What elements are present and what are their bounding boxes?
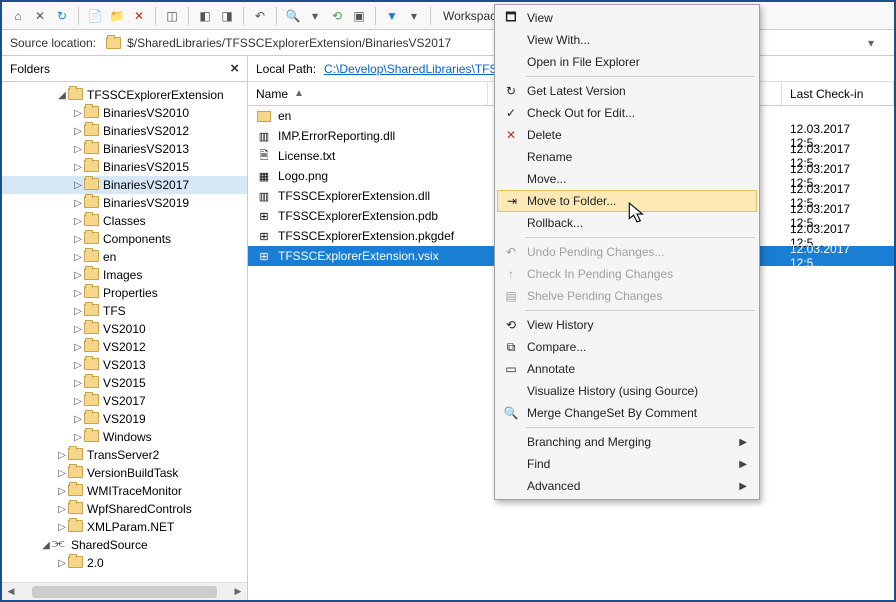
tree-item[interactable]: ▷VersionBuildTask xyxy=(2,464,247,482)
tree-item[interactable]: ▷Components xyxy=(2,230,247,248)
dropdown-icon[interactable]: ▾ xyxy=(305,6,325,26)
tree-item[interactable]: ▷VS2013 xyxy=(2,356,247,374)
sort-asc-icon: ▲ xyxy=(294,88,304,99)
menu-item[interactable]: Rollback... xyxy=(497,212,757,234)
menu-item[interactable]: View With... xyxy=(497,29,757,51)
menu-item[interactable]: ⇥Move to Folder... xyxy=(497,190,757,212)
b-icon[interactable]: ◨ xyxy=(217,6,237,26)
tree-item[interactable]: ▷WMITraceMonitor xyxy=(2,482,247,500)
compare-icon[interactable]: ◫ xyxy=(162,6,182,26)
menu-item: ▤Shelve Pending Changes xyxy=(497,285,757,307)
tree-item[interactable]: ▷2.0 xyxy=(2,554,247,572)
tree-item[interactable]: ▷BinariesVS2017 xyxy=(2,176,247,194)
menu-item[interactable]: ↻Get Latest Version xyxy=(497,80,757,102)
menu-item[interactable]: Open in File Explorer xyxy=(497,51,757,73)
tree-item[interactable]: ▷BinariesVS2012 xyxy=(2,122,247,140)
menu-item[interactable]: 🔍Merge ChangeSet By Comment xyxy=(497,402,757,424)
tree-item[interactable]: ▷BinariesVS2015 xyxy=(2,158,247,176)
tree-item[interactable]: ▷Properties xyxy=(2,284,247,302)
menu-item[interactable]: ▭Annotate xyxy=(497,358,757,380)
local-path-link[interactable]: C:\Develop\SharedLibraries\TFS xyxy=(324,62,497,76)
local-path-label: Local Path: xyxy=(256,62,316,76)
main-toolbar: ⌂ ✕ ↻ 📄 📁 ✕ ◫ ◧ ◨ ↶ 🔍 ▾ ⟲ ▣ ▼ ▾ Workspac… xyxy=(2,2,894,30)
tree-item[interactable]: ◢SharedSource xyxy=(2,536,247,554)
tree-item[interactable]: ▷BinariesVS2019 xyxy=(2,194,247,212)
tree-item[interactable]: ▷WpfSharedControls xyxy=(2,500,247,518)
tree-item[interactable]: ▷VS2019 xyxy=(2,410,247,428)
refresh-icon[interactable]: ↻ xyxy=(52,6,72,26)
tree-item[interactable]: ◢TFSSCExplorerExtension xyxy=(2,86,247,104)
tree-item[interactable]: ▷VS2017 xyxy=(2,392,247,410)
column-name[interactable]: Name▲ xyxy=(248,82,488,105)
tree-item[interactable]: ▷BinariesVS2013 xyxy=(2,140,247,158)
tree-item[interactable]: ▷BinariesVS2010 xyxy=(2,104,247,122)
menu-item[interactable]: Branching and Merging▶ xyxy=(497,431,757,453)
filter-icon[interactable]: ▼ xyxy=(382,6,402,26)
menu-item: ↑Check In Pending Changes xyxy=(497,263,757,285)
folder-icon xyxy=(106,37,121,49)
source-location-path[interactable]: $/SharedLibraries/TFSSCExplorerExtension… xyxy=(106,36,451,50)
menu-item[interactable]: ✓Check Out for Edit... xyxy=(497,102,757,124)
tree-item[interactable]: ▷Classes xyxy=(2,212,247,230)
tree-item[interactable]: ▷Images xyxy=(2,266,247,284)
source-location-label: Source location: xyxy=(10,36,96,50)
folder-add-icon[interactable]: 📁 xyxy=(107,6,127,26)
menu-item[interactable]: Advanced▶ xyxy=(497,475,757,497)
context-menu[interactable]: 🗖ViewView With...Open in File Explorer ↻G… xyxy=(494,4,760,500)
close-icon[interactable]: × xyxy=(230,60,239,77)
undo-icon[interactable]: ↶ xyxy=(250,6,270,26)
dd2-icon[interactable]: ▾ xyxy=(404,6,424,26)
column-last-checkin[interactable]: Last Check-in xyxy=(782,82,894,105)
menu-item[interactable]: ⧉Compare... xyxy=(497,336,757,358)
delete-icon[interactable]: ✕ xyxy=(129,6,149,26)
menu-item[interactable]: ✕Delete xyxy=(497,124,757,146)
window-icon[interactable]: ▣ xyxy=(349,6,369,26)
tools-icon[interactable]: ✕ xyxy=(30,6,50,26)
menu-item[interactable]: Move... xyxy=(497,168,757,190)
folders-title: Folders xyxy=(10,62,50,76)
horizontal-scrollbar[interactable]: ◀▶ xyxy=(2,582,247,600)
add-icon[interactable]: 📄 xyxy=(85,6,105,26)
tree-item[interactable]: ▷VS2012 xyxy=(2,338,247,356)
tree-item[interactable]: ▷TransServer2 xyxy=(2,446,247,464)
tree-item[interactable]: ▷en xyxy=(2,248,247,266)
search-icon[interactable]: 🔍 xyxy=(283,6,303,26)
menu-item[interactable]: Visualize History (using Gource) xyxy=(497,380,757,402)
folders-panel: Folders × ◢TFSSCExplorerExtension▷Binari… xyxy=(2,56,248,600)
a-icon[interactable]: ◧ xyxy=(195,6,215,26)
tree-item[interactable]: ▷Windows xyxy=(2,428,247,446)
history-icon[interactable]: ⟲ xyxy=(327,6,347,26)
tree-item[interactable]: ▷VS2015 xyxy=(2,374,247,392)
menu-item[interactable]: ⟲View History xyxy=(497,314,757,336)
menu-item[interactable]: Find▶ xyxy=(497,453,757,475)
tree-item[interactable]: ▷VS2010 xyxy=(2,320,247,338)
dropdown-icon[interactable]: ▾ xyxy=(868,36,874,50)
menu-item[interactable]: Rename xyxy=(497,146,757,168)
folder-tree[interactable]: ◢TFSSCExplorerExtension▷BinariesVS2010▷B… xyxy=(2,82,247,582)
menu-item[interactable]: 🗖View xyxy=(497,7,757,29)
menu-item: ↶Undo Pending Changes... xyxy=(497,241,757,263)
tree-item[interactable]: ▷TFS xyxy=(2,302,247,320)
home-icon[interactable]: ⌂ xyxy=(8,6,28,26)
source-location-row: Source location: $/SharedLibraries/TFSSC… xyxy=(2,30,894,56)
tree-item[interactable]: ▷XMLParam.NET xyxy=(2,518,247,536)
